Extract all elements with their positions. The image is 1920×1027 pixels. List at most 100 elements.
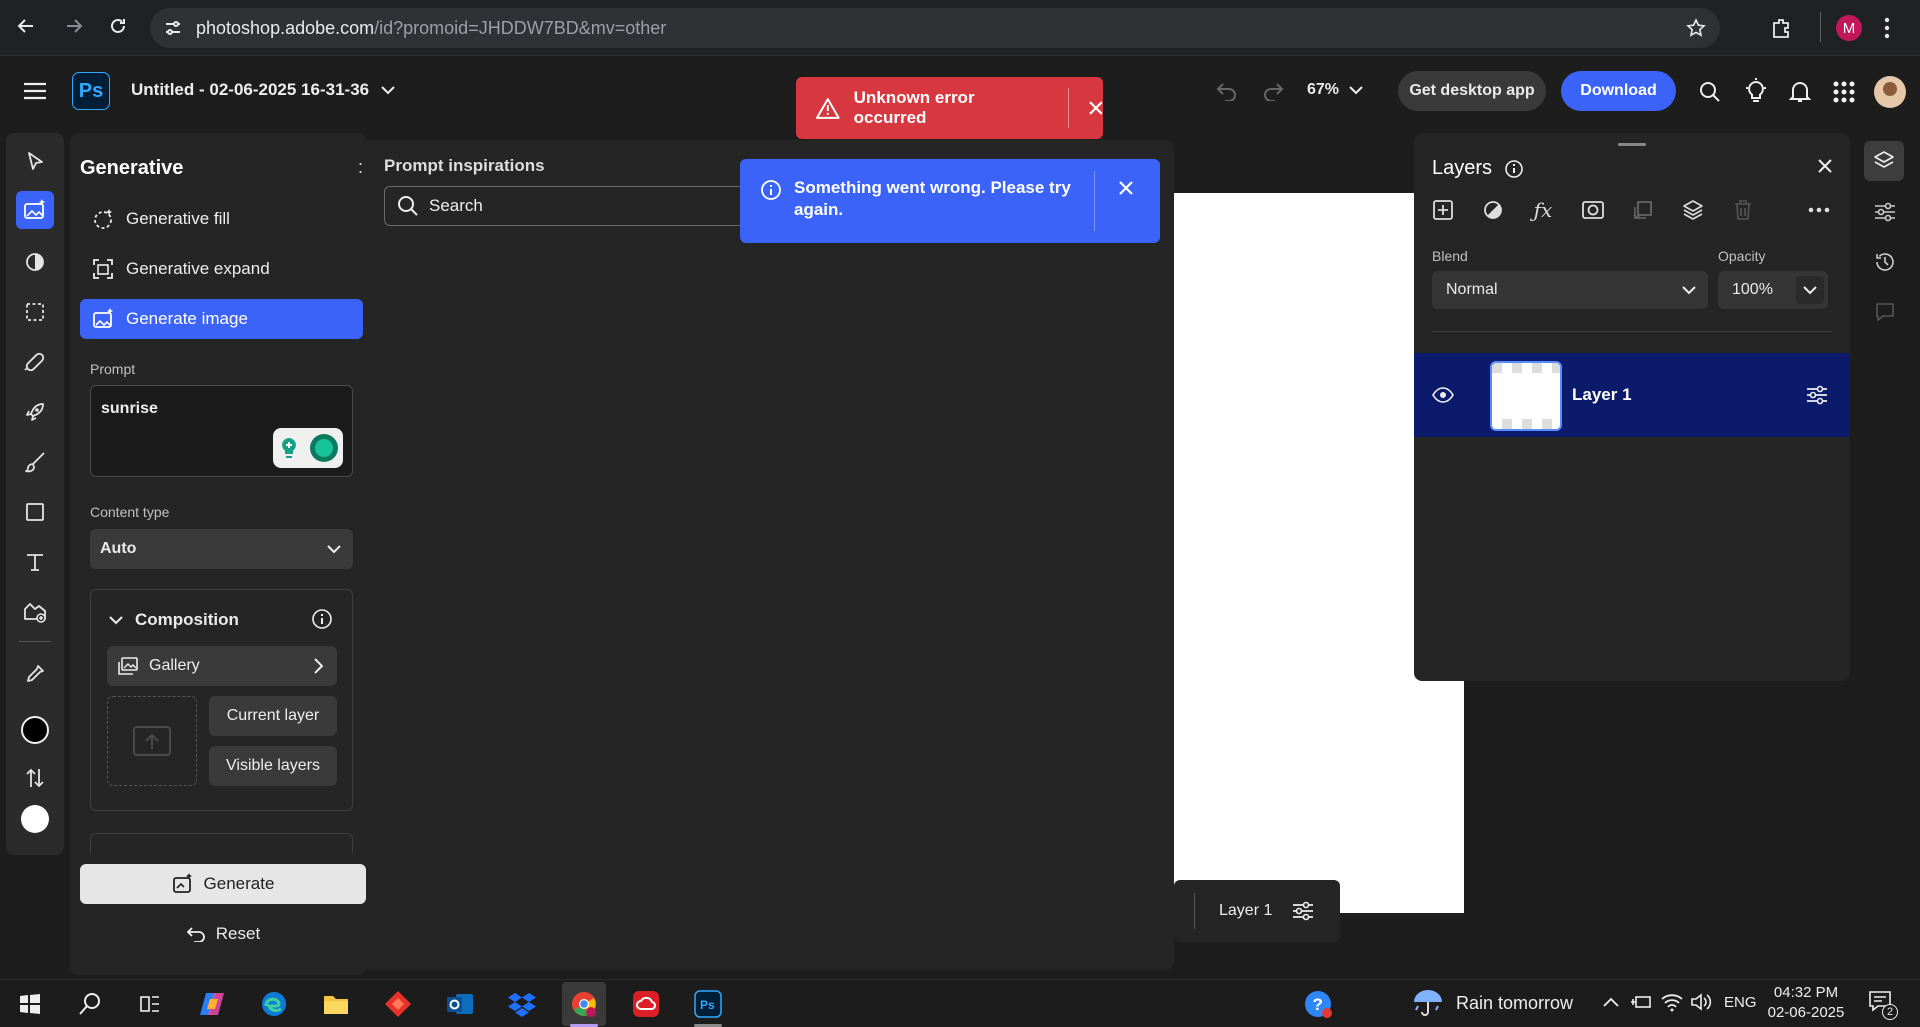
creative-cloud-app[interactable] bbox=[624, 982, 668, 1026]
notification-center[interactable]: 2 bbox=[1868, 990, 1898, 1020]
address-bar[interactable]: photoshop.adobe.com/id?promoid=JHDDW7BD&… bbox=[150, 8, 1720, 48]
option-generate-image[interactable]: Generate image bbox=[80, 299, 363, 339]
effects-button[interactable]: ƒx bbox=[1526, 193, 1560, 227]
clock[interactable]: 04:32 PM 02-06-2025 bbox=[1766, 983, 1846, 1023]
mask-icon bbox=[1582, 201, 1604, 219]
comments-panel-toggle[interactable] bbox=[1868, 295, 1902, 329]
foreground-color-swatch[interactable] bbox=[21, 716, 49, 744]
weather-widget[interactable]: Rain tomorrow bbox=[1412, 988, 1573, 1018]
copilot-app[interactable] bbox=[190, 982, 234, 1026]
start-button[interactable] bbox=[8, 982, 52, 1026]
user-avatar[interactable] bbox=[1874, 76, 1906, 108]
get-desktop-app-button[interactable]: Get desktop app bbox=[1398, 71, 1546, 111]
canvas-layer-chip[interactable]: Layer 1 bbox=[1174, 880, 1340, 942]
bookmark-star-icon[interactable] bbox=[1686, 18, 1706, 38]
tool-marquee[interactable] bbox=[6, 293, 64, 331]
help-app[interactable]: ? bbox=[1296, 982, 1340, 1026]
opacity-dropdown-button[interactable] bbox=[1796, 276, 1824, 304]
prompt-textarea[interactable]: sunrise bbox=[90, 385, 353, 477]
option-generative-expand[interactable]: Generative expand bbox=[80, 249, 363, 289]
edge-app[interactable] bbox=[252, 982, 296, 1026]
eye-visibility-icon[interactable] bbox=[1432, 387, 1454, 403]
reference-image-dropzone[interactable] bbox=[107, 696, 197, 786]
clipping-mask-button[interactable] bbox=[1626, 193, 1660, 227]
tool-type[interactable] bbox=[6, 543, 64, 581]
close-icon[interactable] bbox=[1818, 159, 1832, 173]
lightbulb-icon[interactable] bbox=[1744, 78, 1768, 104]
add-layer-button[interactable] bbox=[1426, 193, 1460, 227]
background-color-swatch[interactable] bbox=[21, 805, 49, 833]
back-button[interactable] bbox=[6, 6, 46, 46]
composition-toggle[interactable]: Composition bbox=[109, 610, 239, 630]
tool-generative[interactable] bbox=[16, 191, 54, 229]
task-view-button[interactable] bbox=[128, 982, 172, 1026]
photoshop-app[interactable]: Ps bbox=[686, 982, 730, 1026]
extensions-icon[interactable] bbox=[1770, 17, 1792, 39]
opacity-field[interactable]: 100% bbox=[1718, 271, 1828, 309]
zoom-dropdown[interactable]: 67% bbox=[1307, 81, 1363, 99]
forward-button[interactable] bbox=[54, 6, 94, 46]
tool-add-image[interactable] bbox=[6, 593, 64, 631]
red-app[interactable] bbox=[376, 982, 420, 1026]
gallery-button[interactable]: Gallery bbox=[107, 646, 337, 686]
volume-icon[interactable] bbox=[1690, 992, 1712, 1012]
collapse-handle[interactable]: : bbox=[358, 157, 363, 178]
wifi-icon[interactable] bbox=[1661, 992, 1683, 1012]
layer-properties-icon[interactable] bbox=[1292, 901, 1314, 921]
dropbox-app[interactable] bbox=[500, 982, 544, 1026]
writing-assistant-widget[interactable] bbox=[273, 428, 343, 468]
layers-header: Layers bbox=[1432, 157, 1524, 180]
visible-layers-button[interactable]: Visible layers bbox=[209, 746, 337, 786]
blend-mode-dropdown[interactable]: Normal bbox=[1432, 271, 1708, 309]
adjustment-layer-button[interactable] bbox=[1476, 193, 1510, 227]
file-explorer-app[interactable] bbox=[314, 982, 358, 1026]
tool-quick-actions[interactable] bbox=[6, 393, 64, 431]
layers-panel-toggle[interactable] bbox=[1864, 141, 1904, 181]
swap-colors-button[interactable] bbox=[6, 759, 64, 797]
tool-move[interactable] bbox=[6, 143, 64, 181]
document-title[interactable]: Untitled - 02-06-2025 16-31-36 bbox=[131, 80, 395, 100]
layer-properties-icon[interactable] bbox=[1806, 385, 1828, 405]
profile-avatar[interactable]: M bbox=[1836, 15, 1862, 41]
outlook-app[interactable] bbox=[438, 982, 482, 1026]
inspirations-search[interactable]: Search bbox=[384, 186, 784, 226]
info-icon[interactable] bbox=[1504, 159, 1524, 179]
more-options-button[interactable] bbox=[1802, 193, 1836, 227]
input-language[interactable]: ENG bbox=[1724, 994, 1757, 1011]
generate-button[interactable]: Generate bbox=[80, 864, 366, 904]
current-layer-button[interactable]: Current layer bbox=[209, 696, 337, 736]
download-button[interactable]: Download bbox=[1561, 71, 1676, 111]
taskbar-search[interactable] bbox=[68, 982, 112, 1026]
redo-icon[interactable] bbox=[1261, 81, 1285, 101]
tool-shape[interactable] bbox=[6, 493, 64, 531]
content-type-dropdown[interactable]: Auto bbox=[90, 529, 353, 569]
chrome-app[interactable] bbox=[562, 982, 606, 1026]
history-panel-toggle[interactable] bbox=[1868, 245, 1902, 279]
add-mask-button[interactable] bbox=[1576, 193, 1610, 227]
tool-eyedropper[interactable] bbox=[6, 655, 64, 693]
reset-button[interactable]: Reset bbox=[80, 914, 366, 954]
battery-plug-icon[interactable] bbox=[1630, 993, 1652, 1011]
drag-handle[interactable] bbox=[1618, 143, 1646, 146]
tool-adjustments[interactable] bbox=[6, 243, 64, 281]
layer-stack-button[interactable] bbox=[1676, 193, 1710, 227]
delete-layer-button[interactable] bbox=[1726, 193, 1760, 227]
close-icon[interactable] bbox=[1119, 181, 1133, 195]
tool-heal[interactable] bbox=[6, 343, 64, 381]
apps-grid-icon[interactable] bbox=[1833, 81, 1855, 103]
chip-divider bbox=[1194, 893, 1195, 929]
layer-row[interactable]: Layer 1 bbox=[1414, 353, 1850, 437]
reload-button[interactable] bbox=[98, 6, 138, 46]
tool-brush[interactable] bbox=[6, 443, 64, 481]
hamburger-menu-icon[interactable] bbox=[24, 82, 46, 100]
close-icon[interactable] bbox=[1089, 101, 1103, 115]
site-settings-icon[interactable] bbox=[164, 19, 182, 37]
notification-bell-icon[interactable] bbox=[1789, 80, 1811, 104]
info-icon[interactable] bbox=[311, 608, 333, 630]
chevron-up-icon[interactable] bbox=[1603, 997, 1619, 1007]
more-vert-icon[interactable] bbox=[1884, 16, 1890, 40]
undo-icon[interactable] bbox=[1215, 81, 1239, 101]
properties-panel-toggle[interactable] bbox=[1868, 195, 1902, 229]
option-generative-fill[interactable]: Generative fill bbox=[80, 199, 363, 239]
search-icon[interactable] bbox=[1698, 80, 1722, 104]
